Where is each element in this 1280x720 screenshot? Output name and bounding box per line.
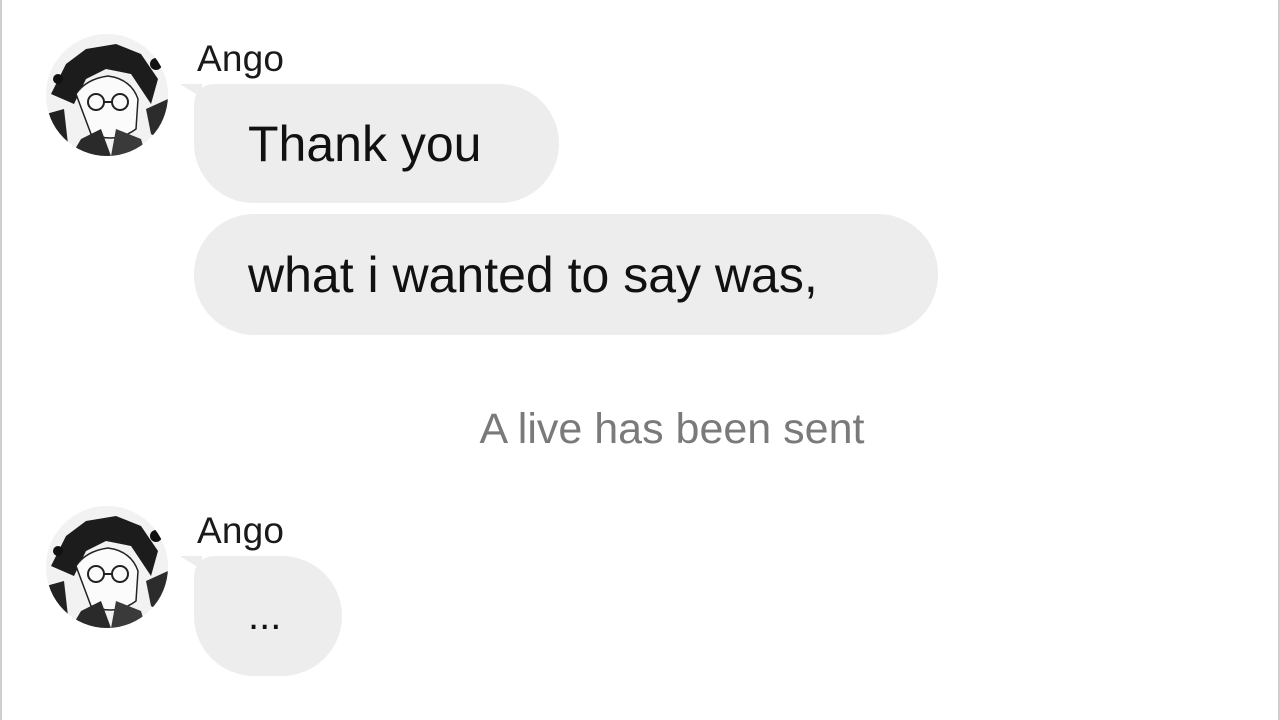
message-bubble[interactable]: Thank you xyxy=(194,84,559,203)
message-bubble[interactable]: ... xyxy=(194,556,342,676)
manga-character-avatar-icon xyxy=(46,34,168,156)
chat-screen: Ango Thank you what i wanted to say was,… xyxy=(0,0,1280,720)
message-text: ... xyxy=(248,593,282,638)
manga-character-avatar-icon xyxy=(46,506,168,628)
sender-name: Ango xyxy=(197,38,285,79)
message-bubble[interactable]: what i wanted to say was, xyxy=(194,214,938,335)
message-text: Thank you xyxy=(248,115,482,172)
sender-name: Ango xyxy=(197,510,285,551)
avatar[interactable] xyxy=(46,34,168,156)
message-text: what i wanted to say was, xyxy=(248,246,818,303)
system-notice: A live has been sent xyxy=(479,405,865,453)
avatar[interactable] xyxy=(46,506,168,628)
